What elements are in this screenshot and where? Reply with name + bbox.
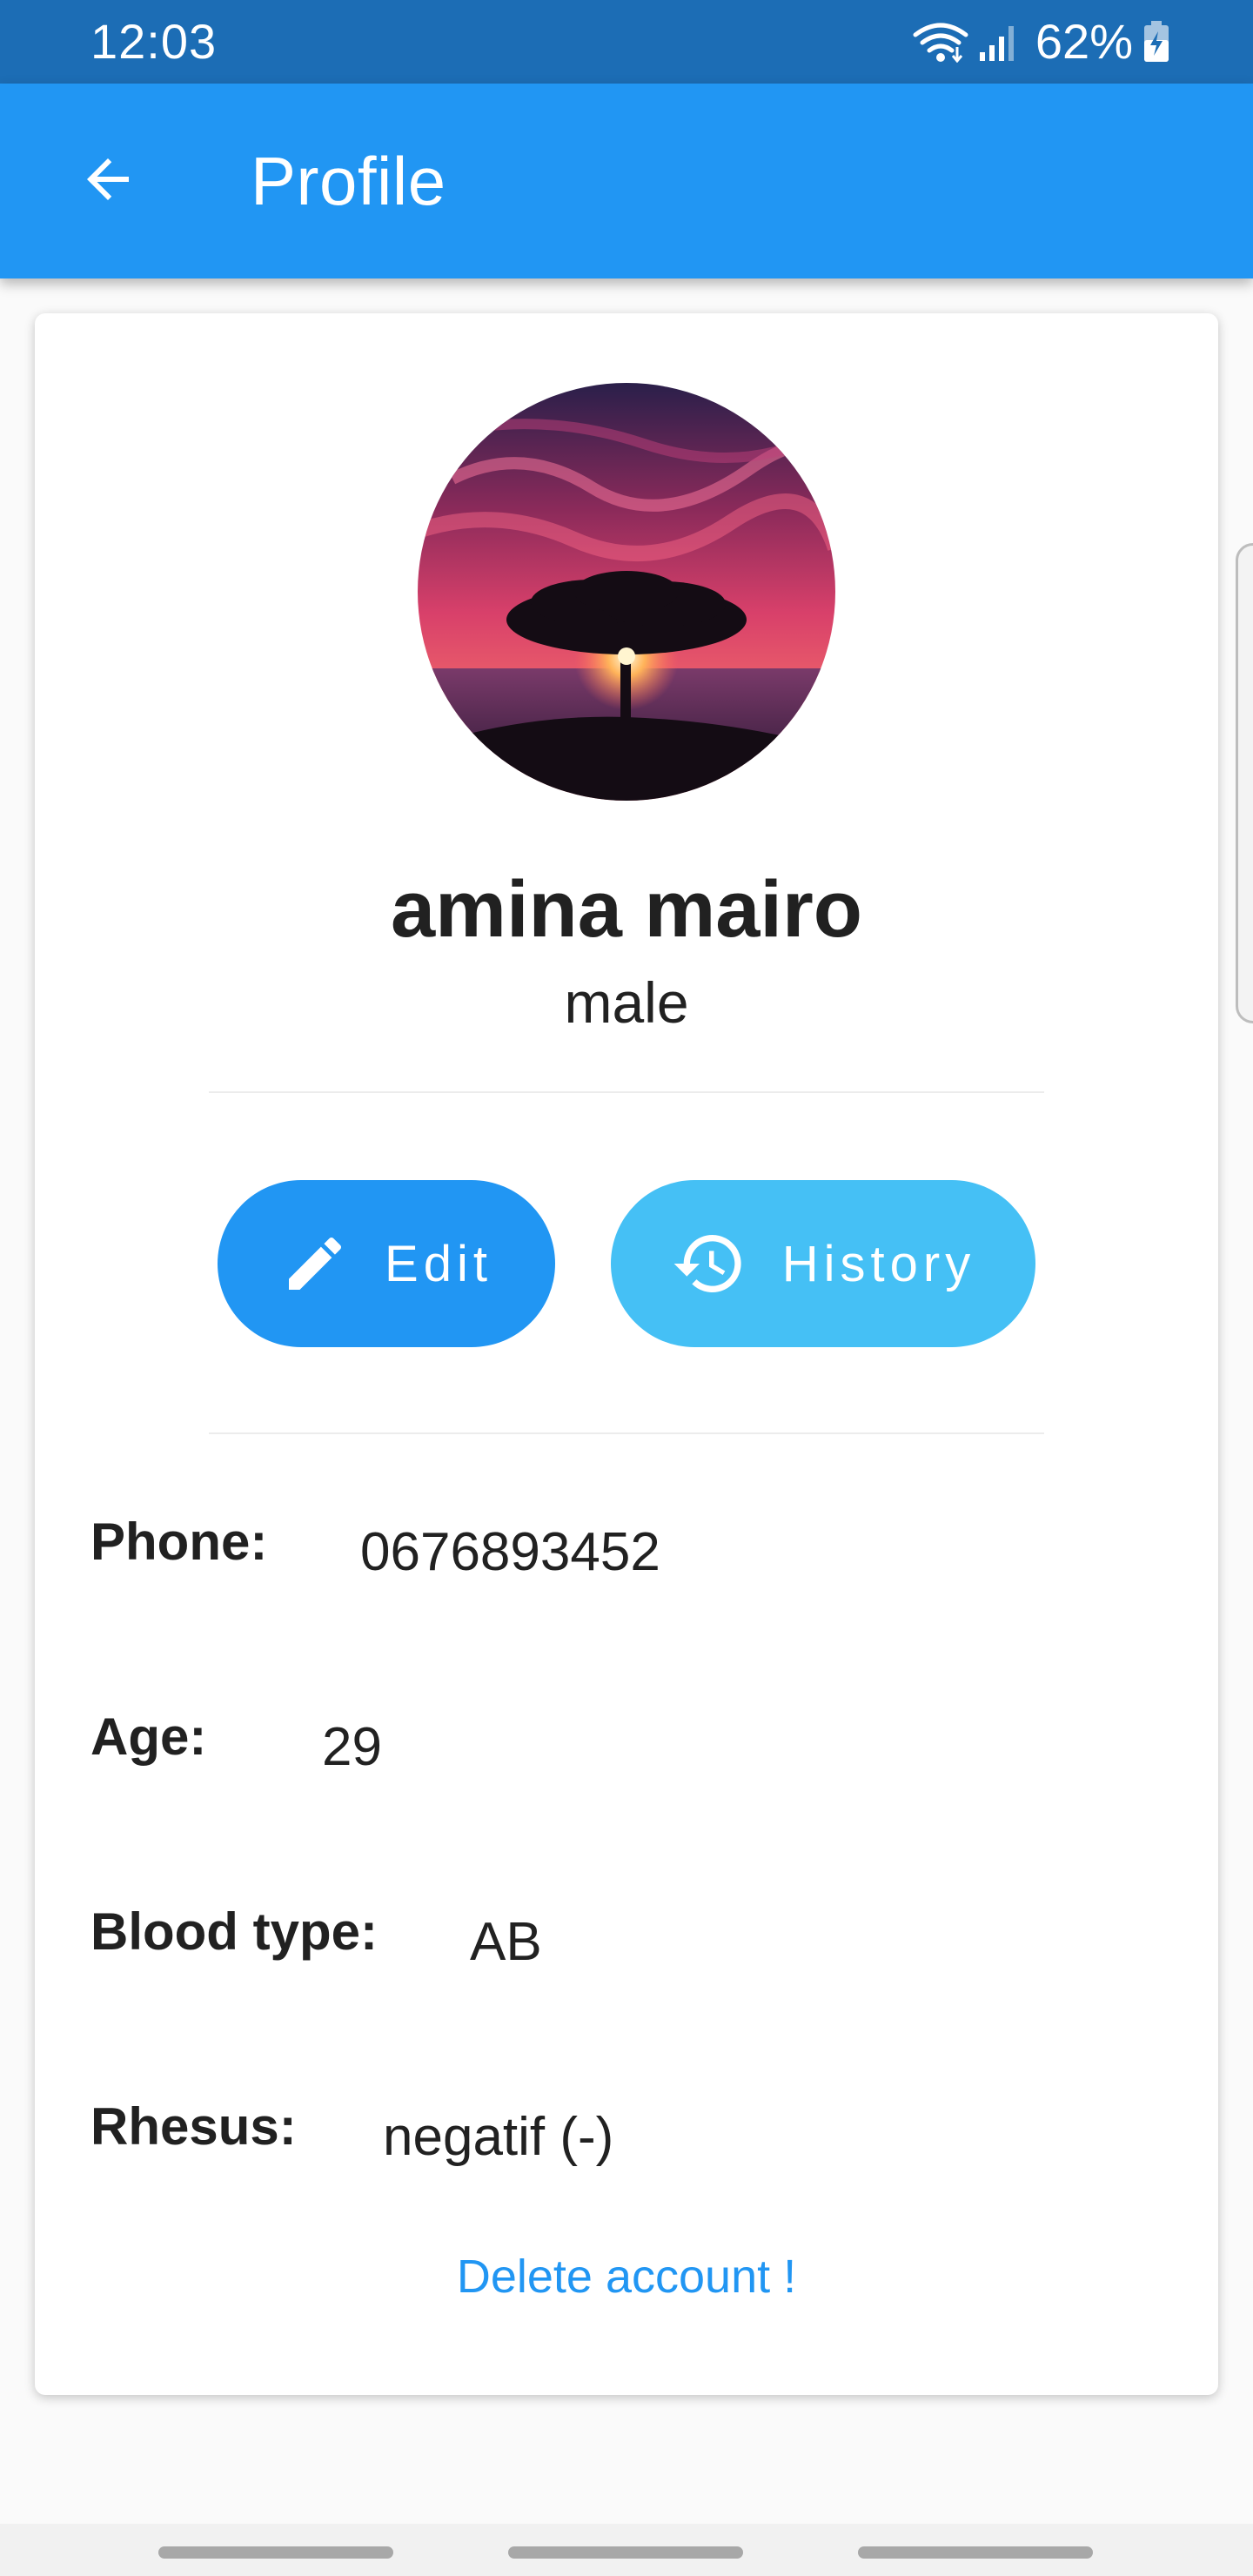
history-icon: [671, 1225, 782, 1302]
edit-button[interactable]: Edit: [218, 1180, 555, 1347]
system-nav-bar: [0, 2524, 1253, 2576]
rhesus-value: negatif (-): [383, 2107, 614, 2167]
profile-card: amina mairo male Edit History Phone: 067…: [35, 313, 1218, 2395]
arrow-back-icon: [77, 148, 139, 215]
battery-charging-icon: [1143, 21, 1169, 63]
scroll-handle[interactable]: [1236, 543, 1253, 1023]
divider: [209, 1091, 1044, 1093]
nav-back-button[interactable]: [858, 2546, 1093, 2559]
age-value: 29: [322, 1717, 382, 1777]
phone-label: Phone:: [90, 1513, 268, 1571]
profile-name: amina mairo: [391, 865, 862, 954]
blood-type-label: Blood type:: [90, 1902, 378, 1961]
battery-percent: 62%: [1035, 14, 1133, 69]
nav-home-button[interactable]: [508, 2546, 743, 2559]
age-label: Age:: [90, 1707, 207, 1766]
avatar-image: [418, 383, 835, 801]
phone-value: 0676893452: [360, 1522, 660, 1582]
signal-icon: [978, 21, 1018, 63]
status-time: 12:03: [90, 14, 218, 69]
back-button[interactable]: [49, 122, 167, 240]
history-button[interactable]: History: [611, 1180, 1035, 1347]
pencil-icon: [280, 1229, 385, 1298]
avatar: [418, 383, 835, 801]
blood-type-value: AB: [470, 1912, 542, 1972]
delete-account-link[interactable]: Delete account !: [35, 2245, 1218, 2308]
app-bar: Profile: [0, 84, 1253, 278]
status-bar: 12:03 62%: [0, 0, 1253, 84]
nav-recents-button[interactable]: [158, 2546, 393, 2559]
history-button-label: History: [781, 1235, 976, 1292]
divider: [209, 1432, 1044, 1434]
profile-gender: male: [564, 970, 689, 1035]
status-icons: 62%: [912, 12, 1169, 71]
edit-button-label: Edit: [385, 1235, 492, 1292]
rhesus-label: Rhesus:: [90, 2097, 297, 2156]
wifi-icon: [912, 21, 969, 63]
page-title: Profile: [251, 143, 446, 219]
